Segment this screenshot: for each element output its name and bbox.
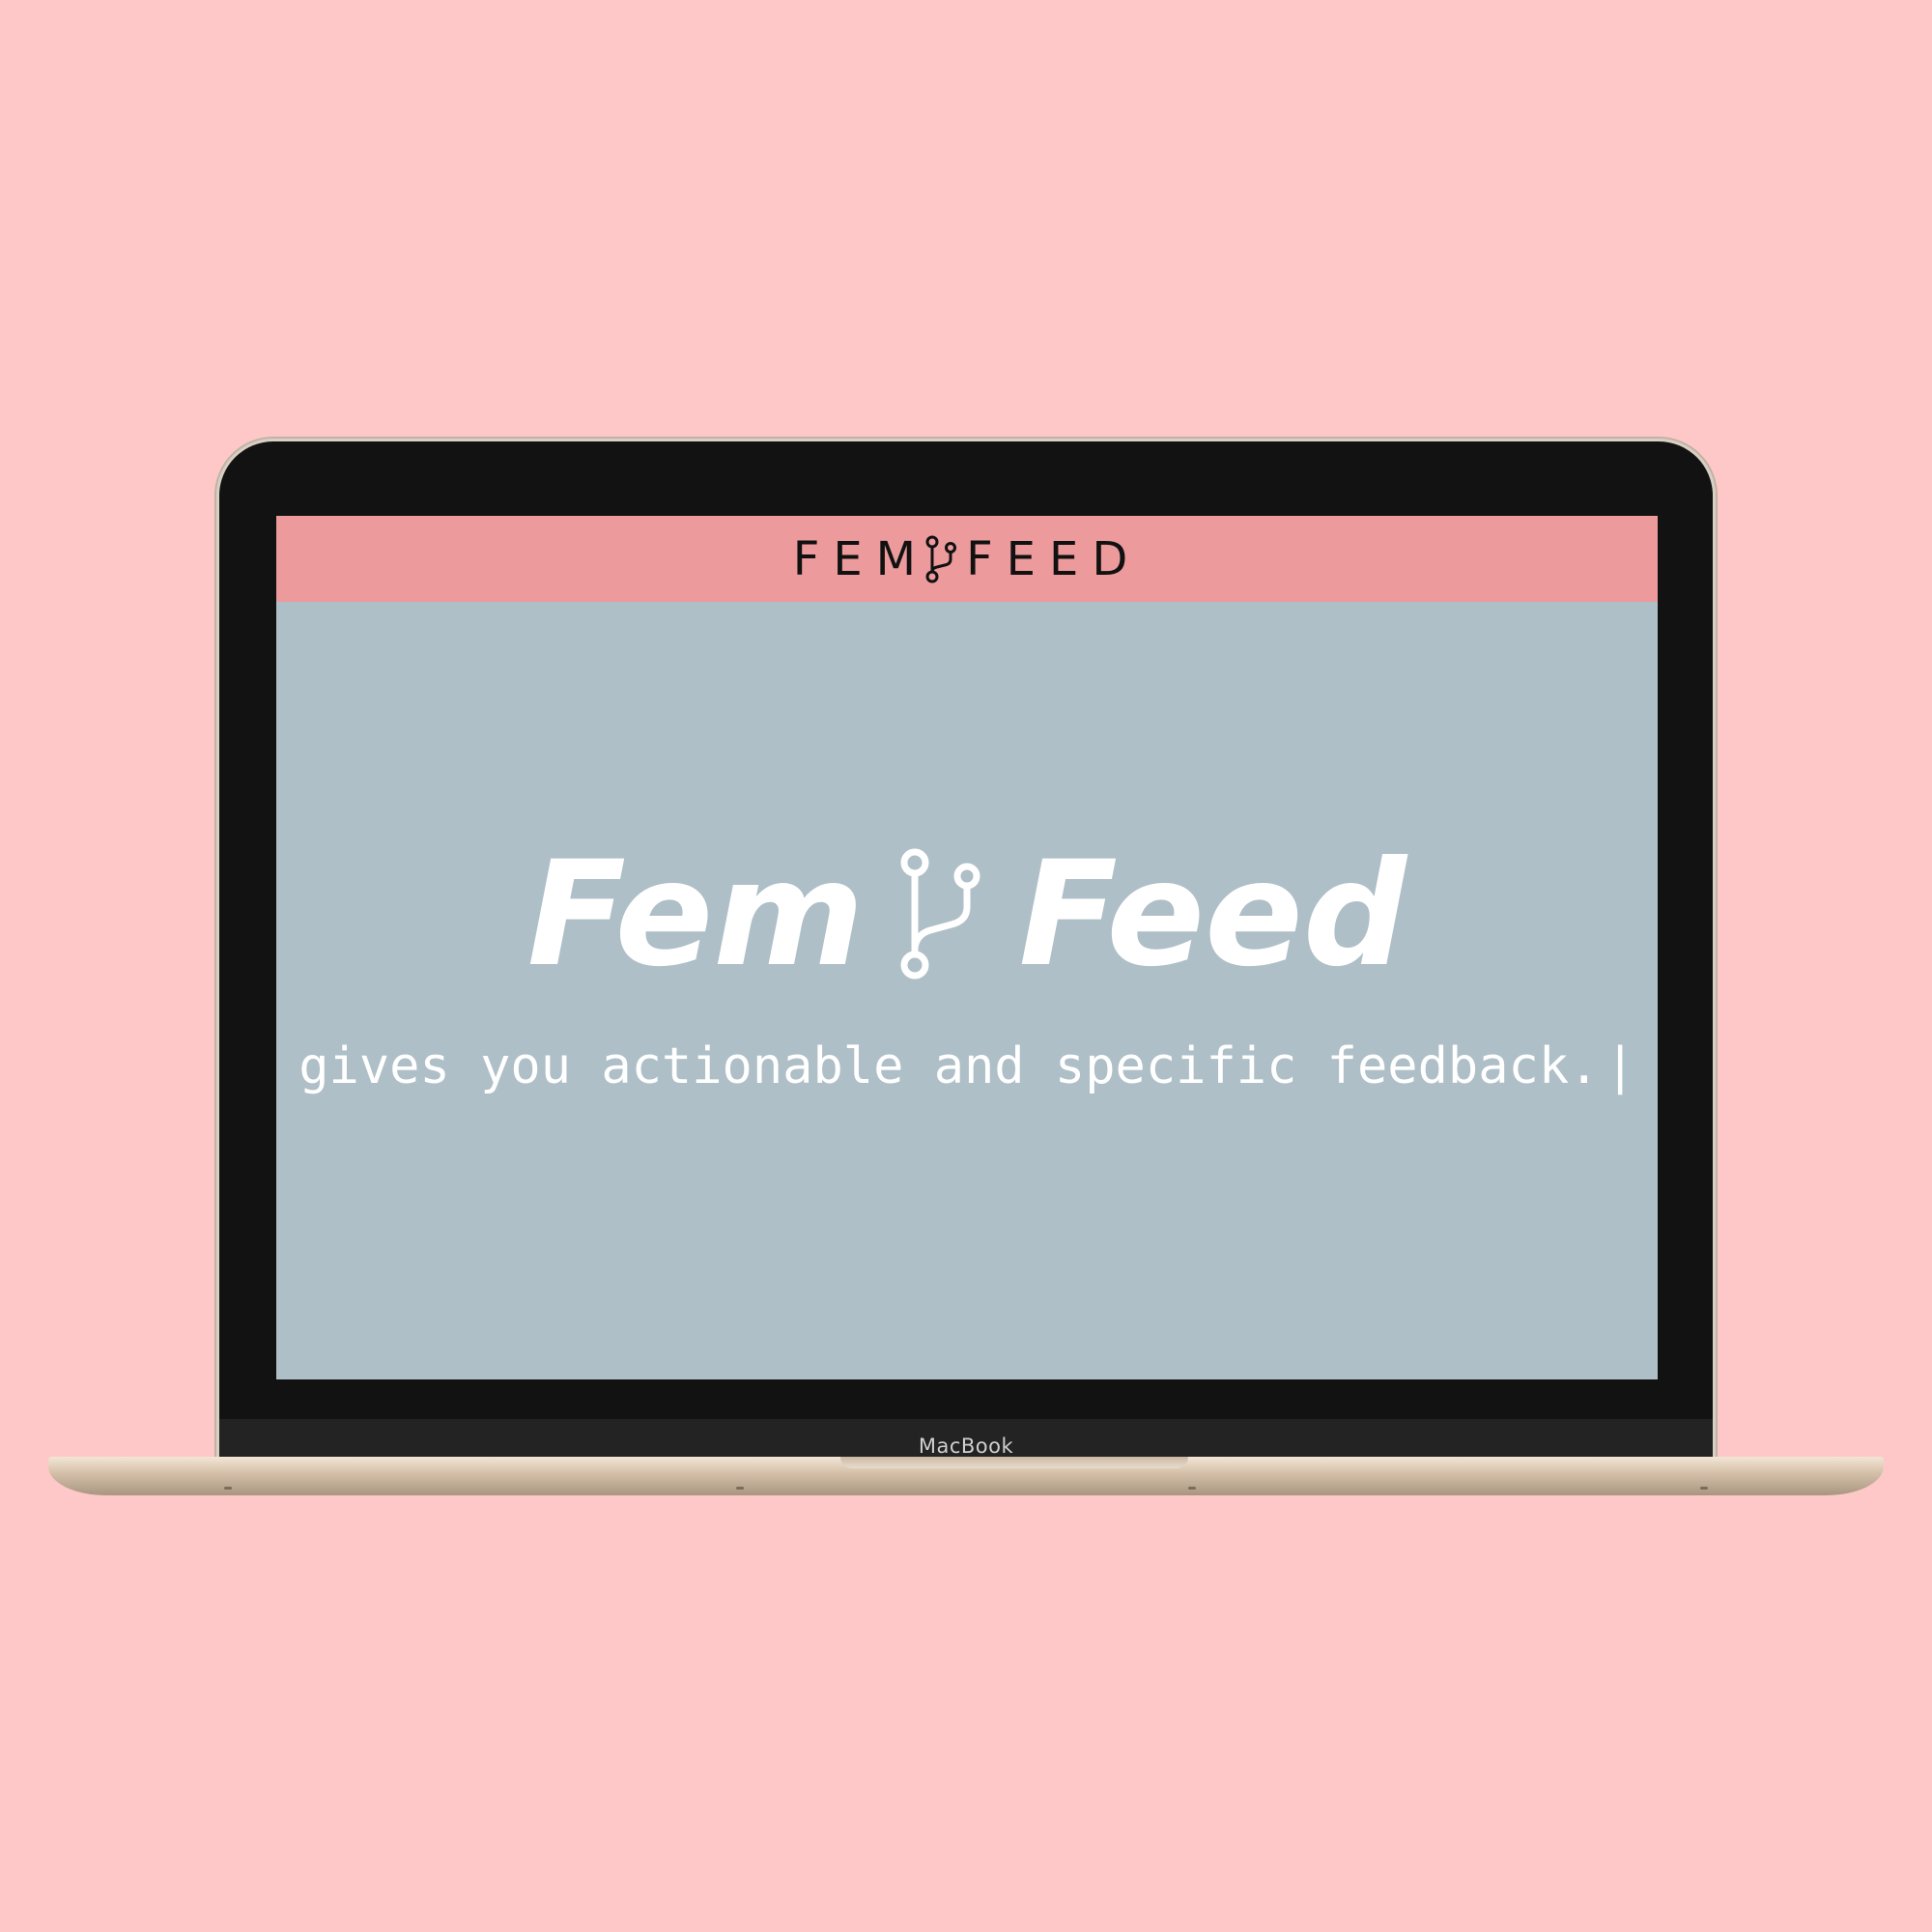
navbar-logo-right: FEED xyxy=(966,531,1142,586)
laptop-foot xyxy=(224,1487,232,1490)
page-background: MacBook FEM FEED Fem Feed gives you acti… xyxy=(0,0,1932,1932)
typing-cursor: | xyxy=(1605,1037,1635,1095)
laptop-base xyxy=(48,1457,1884,1495)
laptop-foot xyxy=(1700,1487,1708,1490)
hero-tagline: gives you actionable and specific feedba… xyxy=(276,1037,1658,1095)
device-label: MacBook xyxy=(918,1435,1014,1458)
laptop-foot xyxy=(1188,1487,1196,1490)
hero-title-left: Fem xyxy=(526,831,865,999)
tagline-text: gives you actionable and specific feedba… xyxy=(298,1037,1600,1095)
laptop-screen: FEM FEED Fem Feed gives you actionable a… xyxy=(276,516,1658,1379)
branch-icon xyxy=(925,535,957,582)
laptop-hinge-notch xyxy=(840,1457,1188,1468)
navbar: FEM FEED xyxy=(276,516,1658,602)
navbar-logo-left: FEM xyxy=(792,531,930,586)
hero-title-right: Feed xyxy=(1018,831,1407,999)
hero-title: Fem Feed xyxy=(276,842,1658,987)
laptop-foot xyxy=(736,1487,744,1490)
branch-icon xyxy=(900,848,980,980)
navbar-logo[interactable]: FEM FEED xyxy=(793,535,1142,583)
